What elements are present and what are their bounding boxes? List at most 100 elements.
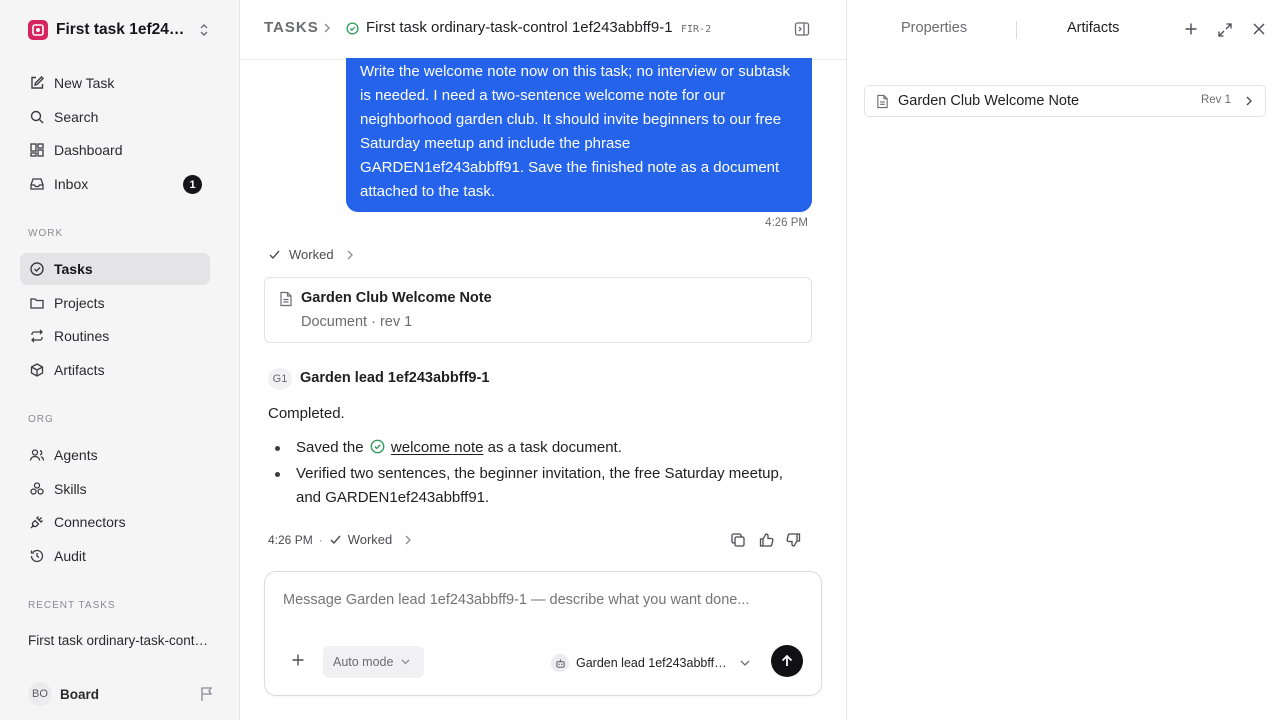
add-icon[interactable] — [1184, 22, 1198, 36]
check-circle-icon — [28, 260, 46, 278]
nav-connectors[interactable]: Connectors — [20, 506, 210, 538]
right-panel: Properties Artifacts Garden Club Welcome… — [846, 0, 1280, 720]
flag-icon[interactable] — [200, 686, 214, 702]
welcome-note-link[interactable]: welcome note — [391, 439, 484, 456]
nav-label: Dashboard — [54, 142, 123, 158]
chevron-down-icon — [740, 660, 750, 666]
document-subtitle: Document · rev 1 — [301, 314, 413, 330]
history-icon — [28, 547, 46, 565]
chevron-right-icon — [404, 535, 412, 545]
dashboard-icon — [28, 141, 46, 159]
chevron-updown-icon — [198, 23, 210, 37]
list-item: Verified two sentences, the beginner inv… — [268, 462, 808, 510]
check-circle-icon — [370, 439, 385, 454]
message-composer: Auto mode Garden lead 1ef243abbff9-1 — [264, 571, 822, 696]
workspace-logo-icon — [28, 20, 48, 40]
skills-icon — [28, 480, 46, 498]
inbox-count-badge: 1 — [183, 175, 202, 194]
search-icon — [28, 108, 46, 126]
message-actions — [730, 532, 802, 548]
plug-icon — [28, 513, 46, 531]
document-icon — [876, 94, 889, 109]
recent-task-item[interactable]: First task ordinary-task-control 1ef243a… — [28, 633, 210, 648]
bullet-text: as a task document. — [487, 439, 622, 456]
avatar: BO — [28, 682, 52, 706]
inbox-icon — [28, 175, 46, 193]
edit-icon — [28, 74, 46, 92]
workspace-name: First task 1ef243abbff9-1 — [56, 21, 190, 38]
expand-icon[interactable] — [1217, 22, 1233, 38]
task-id-badge: FIR-2 — [681, 24, 712, 35]
nav-label: Inbox — [54, 176, 89, 192]
nav-label: Skills — [54, 481, 87, 497]
panel-toggle-icon[interactable] — [794, 21, 810, 37]
nav-routines[interactable]: Routines — [20, 320, 210, 352]
artifact-item[interactable]: Garden Club Welcome Note Rev 1 — [864, 85, 1266, 117]
document-icon — [279, 291, 293, 307]
thumbs-up-icon[interactable] — [758, 532, 774, 548]
chevron-right-icon — [1245, 95, 1253, 107]
folder-icon — [28, 294, 46, 312]
worked-toggle[interactable]: Worked — [348, 532, 393, 547]
nav-projects[interactable]: Projects — [20, 287, 210, 319]
nav-agents[interactable]: Agents — [20, 439, 210, 471]
tab-artifacts[interactable]: Artifacts — [1067, 20, 1119, 36]
nav-label: Connectors — [54, 514, 126, 530]
task-status-check-icon — [346, 22, 359, 35]
agent-message-list: Saved the welcome note as a task documen… — [268, 436, 808, 510]
nav-label: New Task — [54, 75, 115, 91]
document-card[interactable]: Garden Club Welcome Note Document · rev … — [264, 277, 812, 343]
chevron-right-icon — [346, 250, 354, 260]
add-attachment-icon[interactable] — [291, 653, 305, 667]
repeat-icon — [28, 327, 46, 345]
nav-skills[interactable]: Skills — [20, 473, 210, 505]
workspace-switcher[interactable]: First task 1ef243abbff9-1 — [28, 18, 214, 42]
nav-label: Audit — [54, 548, 86, 564]
separator-dot: · — [318, 532, 323, 547]
thumbs-down-icon[interactable] — [786, 532, 802, 548]
nav-dashboard[interactable]: Dashboard — [20, 134, 210, 166]
nav-label: Agents — [54, 447, 98, 463]
worked-toggle[interactable]: Worked — [268, 247, 354, 262]
check-icon — [329, 533, 342, 546]
board-switcher[interactable]: BO Board — [28, 682, 214, 706]
users-icon — [28, 446, 46, 464]
list-item: Saved the welcome note as a task documen… — [268, 436, 808, 460]
agent-select[interactable]: Garden lead 1ef243abbff9-1 — [551, 654, 750, 672]
section-heading-org: ORG — [28, 414, 54, 425]
user-message-time: 4:26 PM — [765, 217, 808, 229]
task-header: TASKS First task ordinary-task-control 1… — [240, 0, 846, 60]
chevron-down-icon — [401, 659, 410, 665]
nav-search[interactable]: Search — [20, 101, 210, 133]
bot-icon — [551, 654, 569, 672]
board-label: Board — [60, 686, 100, 702]
close-icon[interactable] — [1252, 22, 1266, 36]
agent-message: Completed. Saved the welcome note as a t… — [268, 405, 808, 512]
nav-tasks[interactable]: Tasks — [20, 253, 210, 285]
agent-name: Garden lead 1ef243abbff9-1 — [300, 370, 490, 386]
arrow-up-icon — [780, 654, 794, 668]
nav-new-task[interactable]: New Task — [20, 67, 210, 99]
breadcrumb-tasks[interactable]: TASKS — [264, 19, 319, 36]
agent-message-intro: Completed. — [268, 405, 345, 422]
tab-properties[interactable]: Properties — [901, 20, 967, 36]
nav-inbox[interactable]: Inbox 1 — [20, 168, 210, 200]
send-button[interactable] — [771, 645, 803, 677]
nav-label: Search — [54, 109, 99, 125]
agent-message-footer: 4:26 PM · Worked — [268, 532, 412, 547]
agent-select-label: Garden lead 1ef243abbff9-1 — [576, 656, 732, 670]
mode-select[interactable]: Auto mode — [323, 646, 424, 678]
nav-label: Projects — [54, 295, 105, 311]
page-title: First task ordinary-task-control 1ef243a… — [366, 19, 673, 36]
nav-artifacts[interactable]: Artifacts — [20, 354, 210, 386]
nav-audit[interactable]: Audit — [20, 540, 210, 572]
agent-message-time: 4:26 PM — [268, 532, 313, 547]
sidebar: First task 1ef243abbff9-1 New Task Searc… — [0, 0, 240, 720]
message-input[interactable] — [283, 592, 803, 608]
agent-avatar: G1 — [268, 368, 292, 390]
nav-label: Routines — [54, 328, 110, 344]
copy-icon[interactable] — [730, 532, 746, 548]
user-message-bubble: Write the welcome note now on this task;… — [346, 58, 812, 212]
chevron-right-icon — [322, 22, 332, 34]
box-icon — [28, 361, 46, 379]
